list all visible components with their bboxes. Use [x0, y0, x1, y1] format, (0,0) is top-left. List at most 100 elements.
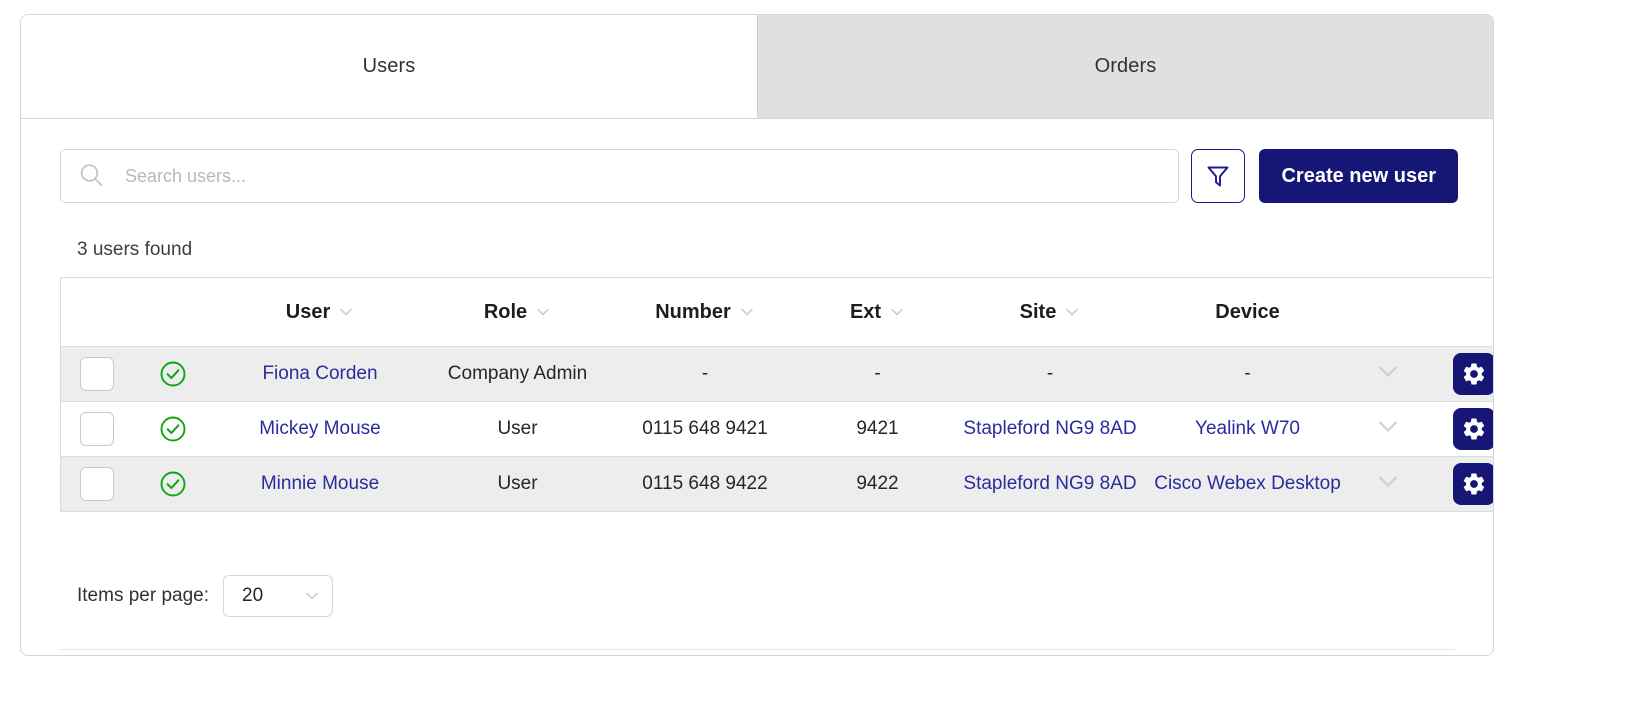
- column-site-label: Site: [1019, 300, 1057, 323]
- column-role[interactable]: Role: [427, 277, 608, 347]
- column-ext-label: Ext: [849, 300, 882, 323]
- row-user-cell: Minnie Mouse: [212, 456, 428, 512]
- table-body: Fiona Corden Company Admin - - - - Micke…: [60, 346, 1493, 512]
- site-link[interactable]: Stapleford NG9 8AD: [963, 418, 1136, 439]
- column-number[interactable]: Number: [607, 277, 803, 347]
- column-expand: [1347, 277, 1428, 347]
- row-device-cell: Yealink W70: [1147, 401, 1348, 457]
- row-site-cell: -: [952, 346, 1148, 402]
- row-checkbox[interactable]: [79, 467, 114, 501]
- row-status-cell: [132, 346, 213, 402]
- results-count: 3 users found: [77, 239, 193, 260]
- chevron-down-icon: [740, 308, 753, 316]
- column-number-label: Number: [655, 300, 731, 323]
- column-status: [132, 277, 213, 347]
- row-ext-cell: -: [802, 346, 953, 402]
- search-field-wrapper[interactable]: [60, 149, 1180, 203]
- column-site[interactable]: Site: [952, 277, 1148, 347]
- row-ext-cell: 9421: [802, 401, 953, 457]
- user-name-link[interactable]: Fiona Corden: [262, 363, 377, 384]
- row-settings-button[interactable]: [1453, 353, 1493, 395]
- tab-users-label: Users: [362, 55, 416, 77]
- table-header: User Role Number Ext Site Device: [60, 277, 1493, 347]
- gear-icon: [1464, 418, 1485, 440]
- column-user[interactable]: User: [212, 277, 428, 347]
- row-user-cell: Fiona Corden: [212, 346, 428, 402]
- row-expand-cell: [1347, 456, 1428, 512]
- chevron-down-icon: [891, 308, 903, 316]
- search-icon: [80, 164, 103, 187]
- row-select-cell: [60, 456, 133, 512]
- filter-button[interactable]: [1191, 149, 1246, 203]
- row-actions-cell: [1427, 401, 1493, 457]
- footer-divider: [61, 649, 1455, 650]
- users-card: Users Orders Create new user: [20, 14, 1494, 656]
- row-select-cell: [60, 346, 133, 402]
- row-checkbox[interactable]: [79, 412, 114, 446]
- site-link[interactable]: Stapleford NG9 8AD: [963, 473, 1136, 494]
- device-link[interactable]: Cisco Webex Desktop: [1154, 473, 1341, 494]
- gear-icon: [1464, 473, 1485, 495]
- row-number-cell: -: [607, 346, 803, 402]
- row-number-cell: 0115 648 9422: [607, 456, 803, 512]
- row-device-cell: -: [1147, 346, 1348, 402]
- user-name-link[interactable]: Minnie Mouse: [261, 473, 379, 494]
- device-link[interactable]: Yealink W70: [1195, 418, 1300, 439]
- row-role-cell: Company Admin: [427, 346, 608, 402]
- chevron-down-icon: [306, 592, 318, 600]
- row-role-cell: User: [427, 401, 608, 457]
- row-select-cell: [60, 401, 133, 457]
- table-header-row: User Role Number Ext Site Device: [60, 277, 1493, 347]
- column-ext[interactable]: Ext: [802, 277, 953, 347]
- row-status-cell: [132, 456, 213, 512]
- gear-icon: [1464, 363, 1485, 385]
- tab-bar: Users Orders: [21, 15, 1493, 119]
- search-input[interactable]: [123, 149, 1127, 203]
- check-circle-icon: [160, 361, 185, 387]
- row-number-cell: 0115 648 9421: [607, 401, 803, 457]
- tab-orders[interactable]: Orders: [757, 15, 1493, 118]
- row-ext-cell: 9422: [802, 456, 953, 512]
- items-per-page: Items per page: 20: [77, 575, 334, 617]
- row-checkbox[interactable]: [79, 357, 114, 391]
- column-user-label: User: [285, 300, 331, 323]
- column-device-label: Device: [1215, 300, 1280, 323]
- row-device-cell: Cisco Webex Desktop: [1147, 456, 1348, 512]
- chevron-down-icon[interactable]: [1374, 467, 1402, 495]
- items-per-page-value: 20: [242, 585, 264, 606]
- chevron-down-icon[interactable]: [1374, 357, 1402, 385]
- row-user-cell: Mickey Mouse: [212, 401, 428, 457]
- row-status-cell: [132, 401, 213, 457]
- column-role-label: Role: [483, 300, 528, 323]
- row-site-cell: Stapleford NG9 8AD: [952, 401, 1148, 457]
- row-settings-button[interactable]: [1453, 408, 1493, 450]
- items-per-page-label: Items per page:: [77, 585, 210, 606]
- tab-users[interactable]: Users: [21, 15, 757, 118]
- create-new-user-button[interactable]: Create new user: [1259, 149, 1458, 203]
- check-circle-icon: [160, 416, 185, 442]
- row-actions-cell: [1427, 456, 1493, 512]
- table-row: Mickey Mouse User 0115 648 9421 9421 Sta…: [60, 401, 1493, 457]
- chevron-down-icon: [340, 308, 353, 316]
- table-row: Minnie Mouse User 0115 648 9422 9422 Sta…: [60, 456, 1493, 512]
- chevron-down-icon: [537, 308, 549, 316]
- user-name-link[interactable]: Mickey Mouse: [259, 418, 380, 439]
- column-actions: [1427, 277, 1493, 347]
- row-settings-button[interactable]: [1453, 463, 1493, 505]
- chevron-down-icon[interactable]: [1374, 412, 1402, 440]
- filter-funnel-icon: [1208, 166, 1229, 187]
- column-device: Device: [1147, 277, 1348, 347]
- users-table: User Role Number Ext Site Device Fiona C…: [60, 277, 1493, 512]
- table-row: Fiona Corden Company Admin - - - -: [60, 346, 1493, 402]
- row-site-cell: Stapleford NG9 8AD: [952, 456, 1148, 512]
- items-per-page-select[interactable]: 20: [223, 575, 334, 617]
- row-expand-cell: [1347, 401, 1428, 457]
- row-expand-cell: [1347, 346, 1428, 402]
- tab-orders-label: Orders: [1094, 55, 1157, 77]
- column-select: [60, 277, 133, 347]
- chevron-down-icon: [1066, 308, 1079, 316]
- row-role-cell: User: [427, 456, 608, 512]
- page-root: Users Orders Create new user: [0, 0, 1638, 703]
- check-circle-icon: [160, 471, 185, 497]
- row-actions-cell: [1427, 346, 1493, 402]
